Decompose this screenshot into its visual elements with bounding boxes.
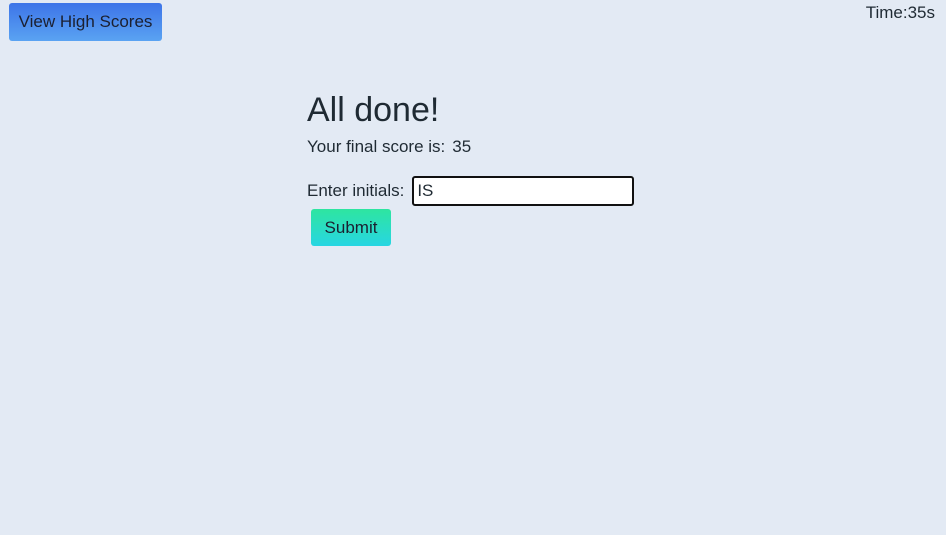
- submit-button[interactable]: Submit: [311, 209, 391, 246]
- initials-row: Enter initials:: [307, 176, 707, 206]
- view-high-scores-button[interactable]: View High Scores: [9, 3, 162, 41]
- final-score-label: Your final score is:: [307, 137, 446, 156]
- initials-label: Enter initials:: [307, 181, 405, 200]
- quiz-complete-panel: All done! Your final score is: 35 Enter i…: [307, 88, 707, 246]
- timer: Time:35s: [866, 3, 935, 23]
- initials-input[interactable]: [412, 176, 635, 206]
- timer-label: Time:: [865, 3, 908, 22]
- final-score-value: 35: [452, 137, 472, 156]
- page-title: All done!: [307, 91, 440, 129]
- final-score-line: Your final score is: 35: [307, 137, 707, 157]
- timer-value: 35s: [907, 3, 935, 22]
